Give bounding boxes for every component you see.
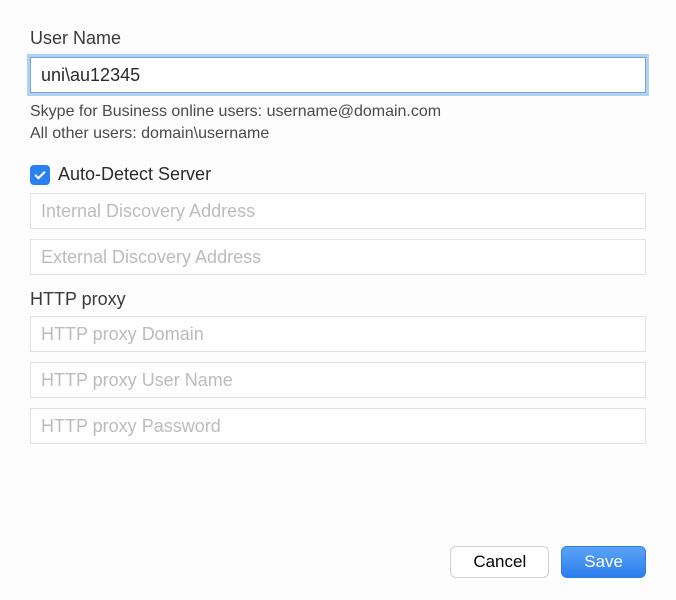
cancel-button[interactable]: Cancel xyxy=(450,546,549,578)
save-button[interactable]: Save xyxy=(561,546,646,578)
external-discovery-input[interactable] xyxy=(30,239,646,275)
username-hint: Skype for Business online users: usernam… xyxy=(30,101,646,144)
auto-detect-checkbox[interactable] xyxy=(30,165,50,185)
http-proxy-domain-input[interactable] xyxy=(30,316,646,352)
hint-line-2: All other users: domain\username xyxy=(30,123,646,145)
hint-line-1: Skype for Business online users: usernam… xyxy=(30,101,646,123)
http-proxy-label: HTTP proxy xyxy=(30,289,646,310)
auto-detect-row[interactable]: Auto-Detect Server xyxy=(30,164,646,185)
http-proxy-password-input[interactable] xyxy=(30,408,646,444)
username-label: User Name xyxy=(30,28,646,49)
username-input[interactable] xyxy=(30,57,646,93)
auto-detect-label: Auto-Detect Server xyxy=(58,164,211,185)
http-proxy-username-input[interactable] xyxy=(30,362,646,398)
button-row: Cancel Save xyxy=(450,546,646,578)
internal-discovery-input[interactable] xyxy=(30,193,646,229)
check-icon xyxy=(33,168,47,182)
